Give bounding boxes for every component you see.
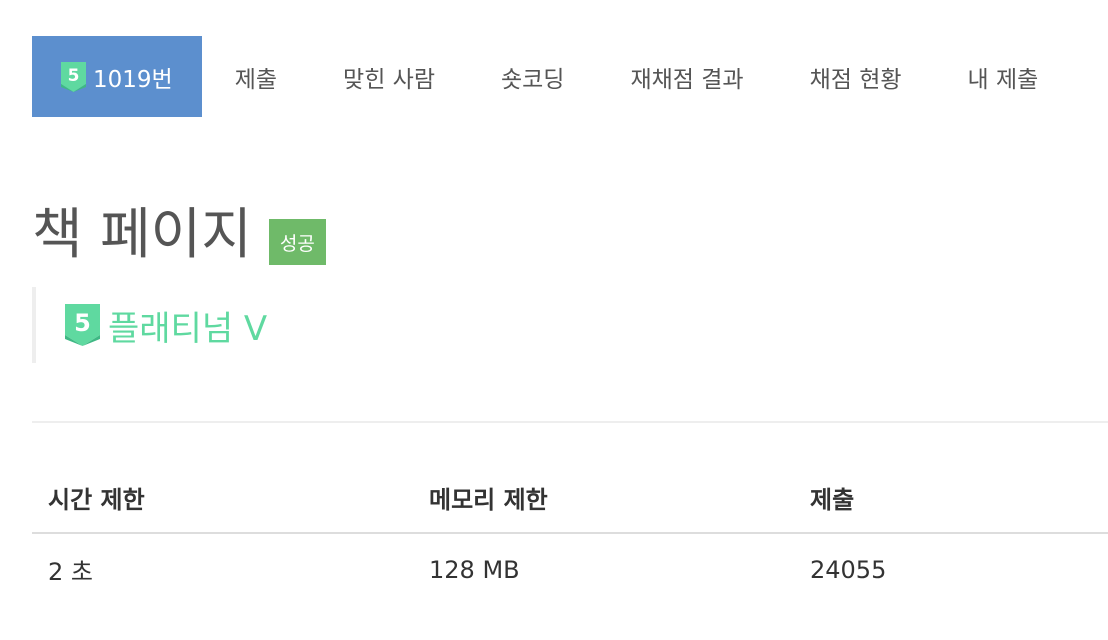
table-header-row: 시간 제한 메모리 제한 제출	[32, 462, 1108, 534]
tab-judge-status-label: 채점 현황	[809, 66, 902, 93]
tab-short-coding[interactable]: 숏코딩	[468, 36, 597, 117]
problem-nav-tabs: 5 1019번 제출 맞힌 사람 숏코딩 재채점 결과 채점 현황 내 제출	[32, 36, 1071, 117]
tab-rejudge-results[interactable]: 재채점 결과	[597, 36, 776, 117]
tab-short-coding-label: 숏코딩	[500, 66, 565, 93]
submissions-value: 24055	[810, 555, 887, 584]
memory-limit-value: 128 MB	[429, 555, 520, 584]
divider	[32, 421, 1108, 423]
tab-problem[interactable]: 5 1019번	[32, 36, 202, 117]
tab-rejudge-results-label: 재채점 결과	[630, 66, 744, 93]
memory-limit-header: 메모리 제한	[413, 462, 794, 534]
time-limit-header: 시간 제한	[32, 462, 413, 534]
tab-solvers-label: 맞힌 사람	[343, 66, 435, 93]
submissions-header: 제출	[794, 462, 1108, 534]
tab-my-submissions[interactable]: 내 제출	[935, 36, 1072, 117]
tab-problem-label: 1019번	[93, 66, 173, 93]
title-row: 책 페이지 성공	[32, 196, 326, 272]
problem-page: 5 1019번 제출 맞힌 사람 숏코딩 재채점 결과 채점 현황 내 제출 책…	[0, 0, 1108, 640]
tab-submit-label: 제출	[234, 66, 278, 93]
tier-block: 5 플래티넘 V	[32, 287, 267, 363]
platinum-tier-icon: 5	[65, 304, 100, 346]
time-limit-value: 2 초	[48, 558, 93, 586]
tab-my-submissions-label: 내 제출	[967, 66, 1039, 93]
problem-info-table: 시간 제한 메모리 제한 제출 2 초 128 MB 24055	[32, 462, 1108, 605]
page-title: 책 페이지	[32, 202, 252, 266]
tier-number: 5	[74, 309, 91, 337]
table-row: 2 초 128 MB 24055	[32, 533, 1108, 605]
status-badge: 성공	[268, 219, 326, 265]
tab-solvers[interactable]: 맞힌 사람	[310, 36, 468, 117]
platinum-tier-icon: 5	[61, 61, 86, 92]
tab-judge-status[interactable]: 채점 현황	[777, 36, 935, 117]
tier-label[interactable]: 플래티넘 V	[108, 301, 267, 350]
tab-submit[interactable]: 제출	[202, 36, 310, 117]
tab-tier-number: 5	[68, 66, 80, 86]
